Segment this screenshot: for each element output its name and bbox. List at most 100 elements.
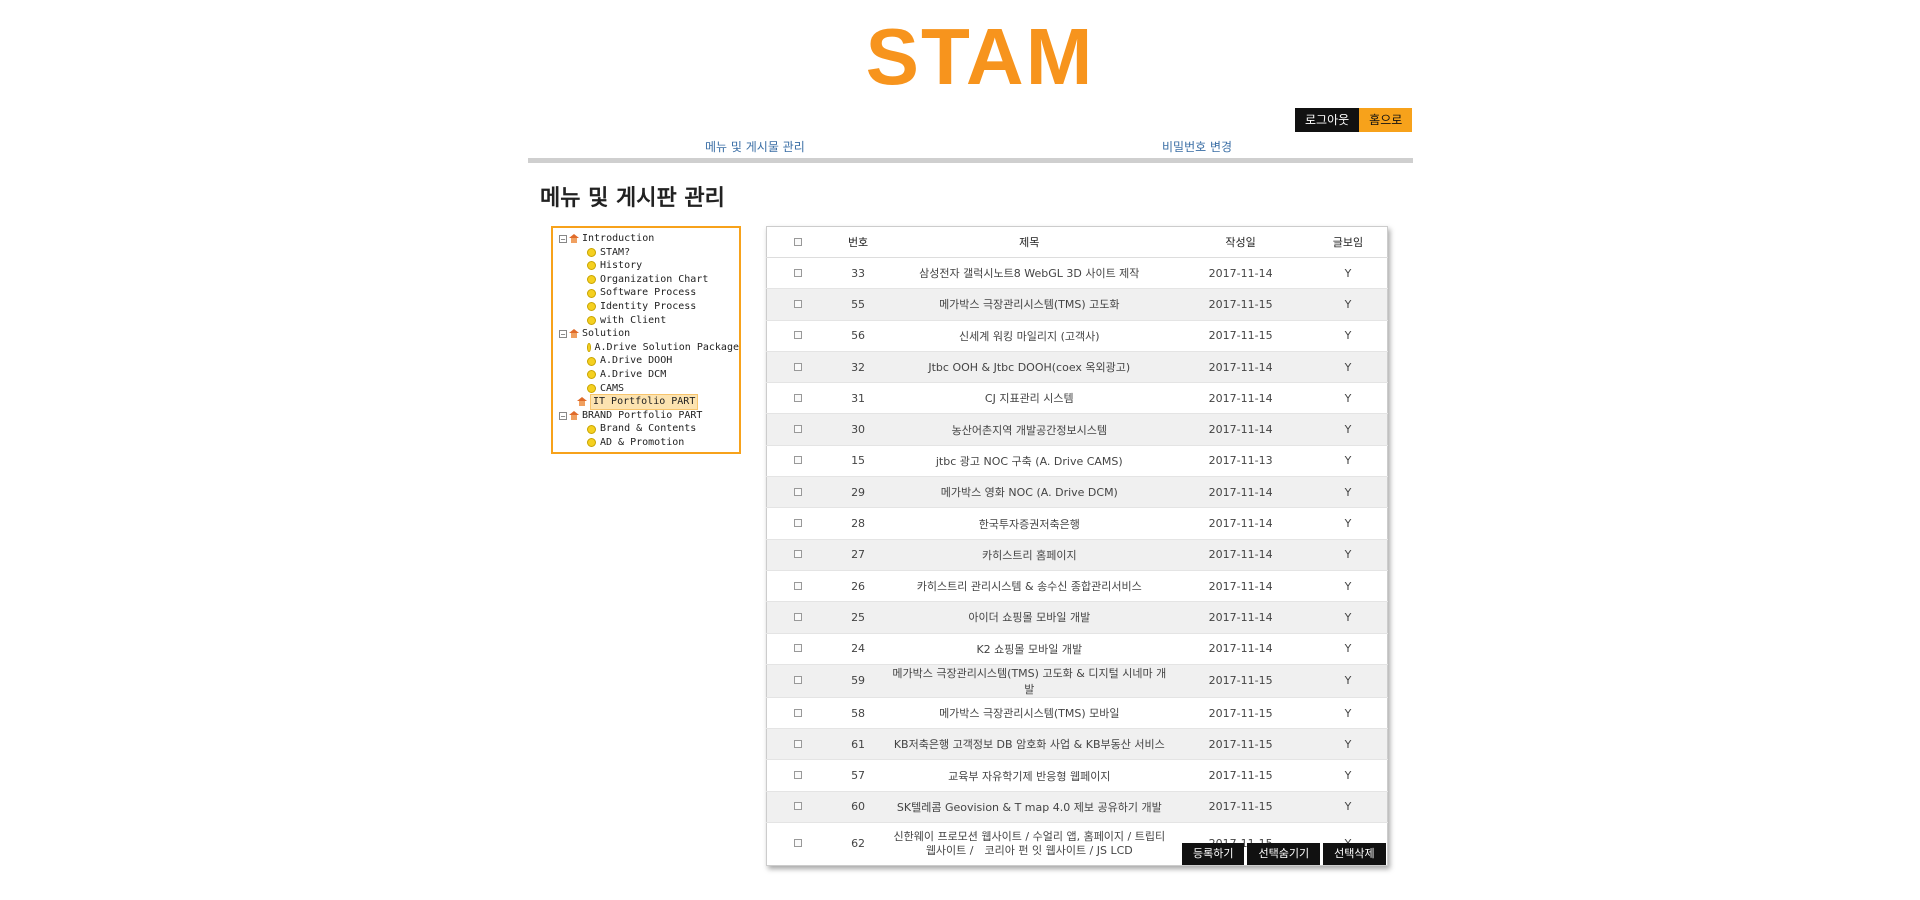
row-checkbox[interactable] [794,676,803,685]
row-title[interactable]: CJ 지표관리 시스템 [886,382,1173,414]
table-row[interactable]: 31 CJ 지표관리 시스템 2017-11-14 Y [766,382,1388,414]
tree-item[interactable]: Identity Process [559,300,739,314]
row-checkbox[interactable] [794,268,803,277]
tree-item[interactable]: STAM? [559,246,739,260]
row-title[interactable]: 카히스트리 홈페이지 [886,538,1173,571]
row-title[interactable]: 교육부 자유학기제 반응형 웹페이지 [886,759,1173,792]
row-checkbox[interactable] [794,612,803,621]
tree-item[interactable]: Brand & Contents [559,422,739,436]
tree-item-label[interactable]: Software Process [600,286,696,300]
row-checkbox[interactable] [794,550,803,559]
row-checkbox[interactable] [794,331,803,340]
tree-item-label[interactable]: with Client [600,314,666,328]
select-all-checkbox[interactable] [794,237,803,246]
table-row[interactable]: 32 Jtbc OOH & Jtbc DOOH(coex 옥외광고) 2017-11… [766,350,1388,383]
row-title[interactable]: 아이더 쇼핑몰 모바일 개발 [886,601,1173,634]
row-title[interactable]: 메가박스 영화 NOC (A. Drive DCM) [886,476,1173,508]
row-checkbox[interactable] [794,393,803,402]
row-title[interactable]: 한국투자증권저축은행 [886,507,1173,540]
table-row[interactable]: 55 메가박스 극장관리시스템(TMS) 고도화 2017-11-15 Y [766,288,1388,321]
home-button[interactable]: 홈으로 [1359,108,1413,132]
nav-menu-manage[interactable]: 메뉴 및 게시물 관리 [705,138,805,155]
table-row[interactable]: 28 한국투자증권저축은행 2017-11-14 Y [766,507,1388,540]
row-title[interactable]: jtbc 광고 NOC 구축 (A. Drive CAMS) [886,444,1173,477]
hide-selected-button[interactable]: 선택숨기기 [1247,843,1321,865]
row-checkbox[interactable] [794,771,803,780]
row-title[interactable]: Jtbc OOH & Jtbc DOOH(coex 옥외광고) [886,350,1173,383]
table-row[interactable]: 58 메가박스 극장관리시스템(TMS) 모바일 2017-11-15 Y [766,696,1388,729]
tree-item-label[interactable]: AD & Promotion [600,436,684,450]
row-checkbox[interactable] [794,802,803,811]
table-row[interactable]: 26 카히스트리 관리시스템 & 송수신 종합관리서비스 2017-11-14 Y [766,569,1388,602]
row-title[interactable]: KB저축은행 고객정보 DB 암호화 사업 & KB부동산 서비스 [886,728,1173,760]
collapse-toggle-icon[interactable]: − [559,411,567,420]
table-row[interactable]: 15 jtbc 광고 NOC 구축 (A. Drive CAMS) 2017-11-… [766,444,1388,477]
tree-item[interactable]: A.Drive DCM [559,368,739,382]
tree-item[interactable]: − Introduction [559,232,739,246]
row-title[interactable]: 메가박스 극장관리시스템(TMS) 고도화 [886,288,1173,321]
delete-selected-button[interactable]: 선택삭제 [1323,843,1386,865]
row-title[interactable]: 메가박스 극장관리시스템(TMS) 모바일 [886,696,1173,729]
row-checkbox[interactable] [794,487,803,496]
tree-item-label[interactable]: Introduction [582,232,654,246]
row-title[interactable]: 카히스트리 관리시스템 & 송수신 종합관리서비스 [886,569,1173,602]
table-row[interactable]: 27 카히스트리 홈페이지 2017-11-14 Y [766,538,1388,571]
row-checkbox[interactable] [794,362,803,371]
row-checkbox[interactable] [794,739,803,748]
table-row[interactable]: 56 신세계 워킹 마일리지 (고객사) 2017-11-15 Y [766,319,1388,352]
nav-password-change[interactable]: 비밀번호 변경 [1162,138,1232,155]
table-row[interactable]: 30 농산어촌지역 개발공간정보시스템 2017-11-14 Y [766,413,1388,446]
row-checkbox[interactable] [794,456,803,465]
tree-item[interactable]: AD & Promotion [559,436,739,450]
tree-item[interactable]: − BRAND Portfolio PART [559,409,739,423]
table-row[interactable]: 60 SK텔레콤 Geovision & T map 4.0 제보 공유하기 개발… [766,790,1388,823]
tree-item[interactable]: A.Drive DOOH [559,354,739,368]
table-row[interactable]: 29 메가박스 영화 NOC (A. Drive DCM) 2017-11-14 Y [766,476,1388,508]
table-row[interactable]: 25 아이더 쇼핑몰 모바일 개발 2017-11-14 Y [766,601,1388,634]
table-row[interactable]: 33 삼성전자 갤럭시노트8 WebGL 3D 사이트 제작 2017-11-14 Y [766,256,1388,289]
row-checkbox[interactable] [794,425,803,434]
row-title[interactable]: 농산어촌지역 개발공간정보시스템 [886,413,1173,446]
row-title[interactable]: 메가박스 극장관리시스템(TMS) 고도화 & 디지털 시네마 개발 [886,663,1173,698]
row-title[interactable]: 삼성전자 갤럭시노트8 WebGL 3D 사이트 제작 [886,256,1173,289]
tree-item[interactable]: History [559,259,739,273]
row-checkbox[interactable] [794,519,803,528]
row-checkbox[interactable] [794,708,803,717]
row-checkbox[interactable] [794,581,803,590]
row-checkbox[interactable] [794,839,803,848]
collapse-toggle-icon[interactable]: − [559,234,567,243]
collapse-toggle-icon[interactable]: − [559,329,567,338]
tree-item-label[interactable]: STAM? [600,246,630,260]
logout-button[interactable]: 로그아웃 [1295,108,1360,132]
table-row[interactable]: 57 교육부 자유학기제 반응형 웹페이지 2017-11-15 Y [766,759,1388,792]
table-row[interactable]: 59 메가박스 극장관리시스템(TMS) 고도화 & 디지털 시네마 개발 2017… [766,663,1388,698]
tree-item-label[interactable]: IT Portfolio PART [590,394,699,410]
row-title[interactable]: 신세계 워킹 마일리지 (고객사) [886,319,1173,352]
tree-item[interactable]: with Client [559,314,739,328]
row-checkbox[interactable] [794,644,803,653]
tree-item[interactable]: − Solution [559,327,739,341]
tree-item[interactable]: Organization Chart [559,273,739,287]
tree-item-label[interactable]: A.Drive Solution Package [595,341,740,355]
tree-item[interactable]: A.Drive Solution Package [559,341,739,355]
table-row[interactable]: 24 K2 쇼핑몰 모바일 개발 2017-11-14 Y [766,632,1388,665]
tree-item-label[interactable]: History [600,259,642,273]
tree-item-label[interactable]: A.Drive DOOH [600,354,672,368]
tree-item[interactable]: CAMS [559,382,739,396]
tree-item[interactable]: IT Portfolio PART [559,394,739,410]
tree-item-label[interactable]: BRAND Portfolio PART [582,409,702,423]
tree-item-label[interactable]: CAMS [600,382,624,396]
row-title[interactable]: 신한웨이 프로모션 웹사이트 / 수얼리 앱, 홈페이지 / 트립티 웹사이트 … [886,822,1173,866]
row-title[interactable]: K2 쇼핑몰 모바일 개발 [886,632,1173,665]
tree-item-label[interactable]: A.Drive DCM [600,368,666,382]
row-title[interactable]: SK텔레콤 Geovision & T map 4.0 제보 공유하기 개발 [886,790,1173,823]
tree-item-label[interactable]: Solution [582,327,630,341]
row-checkbox[interactable] [794,299,803,308]
tree-item[interactable]: Software Process [559,286,739,300]
tree-item-label[interactable]: Brand & Contents [600,422,696,436]
table-row[interactable]: 61 KB저축은행 고객정보 DB 암호화 사업 & KB부동산 서비스 2017-… [766,728,1388,760]
tree-item-label[interactable]: Organization Chart [600,273,708,287]
tree-item-label[interactable]: Identity Process [600,300,696,314]
register-button[interactable]: 등록하기 [1182,843,1245,865]
logo[interactable]: STAM [0,12,1920,102]
